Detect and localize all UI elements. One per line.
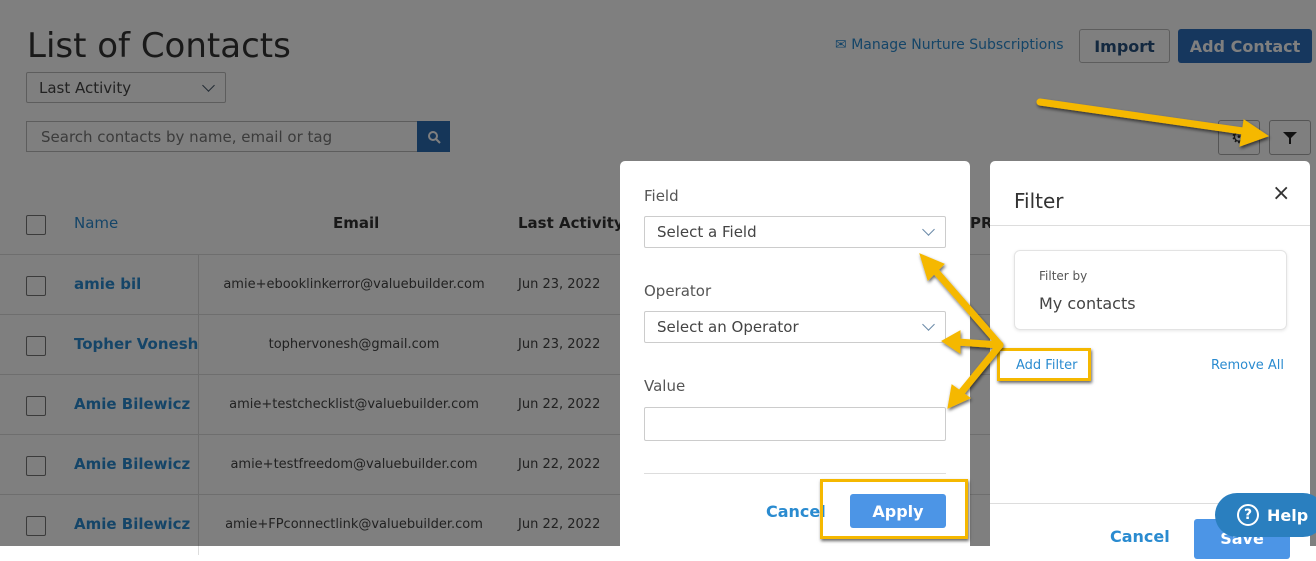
arrow-to-field (928, 263, 1004, 349)
question-circle-icon: ? (1237, 504, 1259, 526)
annotation-arrows (919, 98, 1270, 409)
help-button[interactable]: ? Help (1215, 493, 1316, 537)
help-label: Help (1267, 505, 1309, 525)
arrow-to-operator (954, 338, 1004, 349)
arrow-to-filter-button (1036, 98, 1254, 136)
arrow-to-value (956, 341, 1004, 398)
